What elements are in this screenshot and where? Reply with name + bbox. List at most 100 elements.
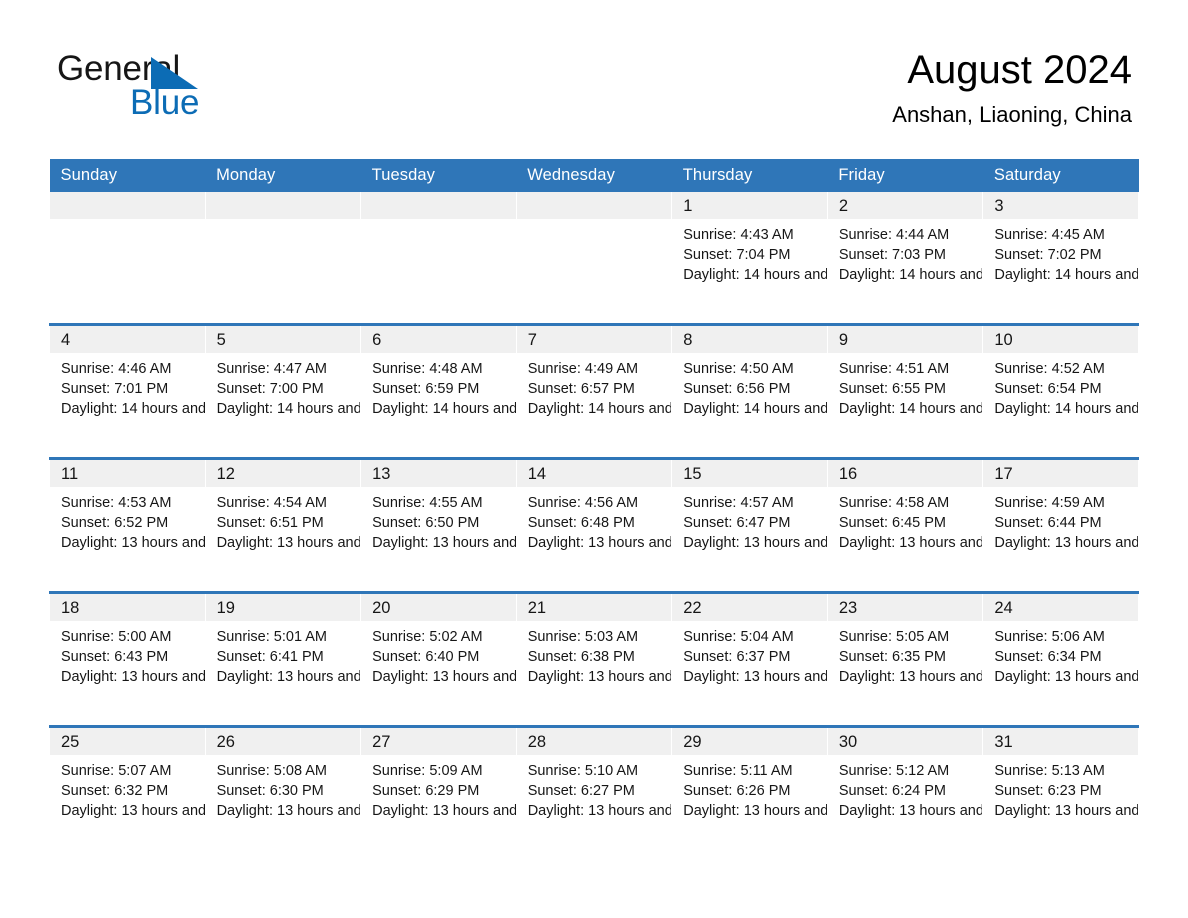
- day-box: 5 Sunrise: 4:47 AM Sunset: 7:00 PM Daylight…: [205, 326, 361, 457]
- sunrise-text: Sunrise: 4:45 AM: [994, 227, 1105, 243]
- sunset-text: Sunset: 6:52 PM: [61, 515, 169, 532]
- day-details: Sunrise: 5:08 AM Sunset: 6:30 PM Daylight:…: [206, 755, 361, 822]
- daylight-text: Daylight: 13 hours and 39 minutes.: [216, 669, 361, 686]
- calendar-week-row: 4 Sunrise: 4:46 AM Sunset: 7:01 PM Daylight…: [49, 323, 1139, 459]
- day-number: 9: [827, 326, 983, 353]
- day-details: Sunrise: 5:00 AM Sunset: 6:43 PM Daylight:…: [50, 621, 205, 688]
- calendar-day-cell[interactable]: 11 Sunrise: 4:53 AM Sunset: 6:52 PM Dayligh…: [49, 457, 206, 593]
- calendar-day-cell[interactable]: 29 Sunrise: 5:11 AM Sunset: 6:26 PM Dayligh…: [671, 725, 828, 859]
- calendar-day-cell[interactable]: 13 Sunrise: 4:55 AM Sunset: 6:50 PM Dayligh…: [360, 457, 517, 593]
- calendar-day-cell[interactable]: 17 Sunrise: 4:59 AM Sunset: 6:44 PM Dayligh…: [982, 457, 1139, 593]
- calendar-day-cell[interactable]: 6 Sunrise: 4:48 AM Sunset: 6:59 PM Daylight…: [360, 323, 517, 459]
- day-number: [50, 192, 205, 219]
- day-details: Sunrise: 4:49 AM Sunset: 6:57 PM Daylight:…: [517, 353, 672, 420]
- sunset-text: Sunset: 6:47 PM: [683, 515, 791, 532]
- sunrise-text: Sunrise: 4:58 AM: [838, 495, 950, 511]
- generalblue-logo[interactable]: General Blue: [57, 50, 387, 140]
- sunset-text: Sunset: 6:37 PM: [683, 649, 791, 666]
- day-box: [205, 192, 361, 323]
- sunrise-text: Sunrise: 5:07 AM: [61, 763, 172, 779]
- sunrise-text: Sunrise: 4:52 AM: [994, 361, 1105, 377]
- sunrise-text: Sunrise: 5:04 AM: [683, 629, 794, 645]
- calendar-day-cell[interactable]: 20 Sunrise: 5:02 AM Sunset: 6:40 PM Dayligh…: [360, 591, 517, 727]
- sunset-text: Sunset: 6:44 PM: [994, 515, 1102, 532]
- calendar-day-cell[interactable]: 24 Sunrise: 5:06 AM Sunset: 6:34 PM Dayligh…: [982, 591, 1139, 727]
- sunrise-text: Sunrise: 4:56 AM: [527, 495, 639, 511]
- calendar-day-cell[interactable]: 4 Sunrise: 4:46 AM Sunset: 7:01 PM Daylight…: [49, 323, 206, 459]
- sunrise-text: Sunrise: 5:10 AM: [527, 763, 639, 779]
- daylight-text: Daylight: 13 hours and 56 minutes.: [216, 535, 361, 552]
- calendar-day-cell-empty: [204, 192, 362, 325]
- day-box: 17 Sunrise: 4:59 AM Sunset: 6:44 PM Dayligh…: [983, 460, 1138, 591]
- calendar-day-cell[interactable]: 31 Sunrise: 5:13 AM Sunset: 6:23 PM Dayligh…: [982, 725, 1139, 859]
- calendar-day-cell[interactable]: 12 Sunrise: 4:54 AM Sunset: 6:51 PM Dayligh…: [204, 457, 362, 593]
- day-box: 25 Sunrise: 5:07 AM Sunset: 6:32 PM Dayligh…: [50, 728, 205, 859]
- daylight-text: Daylight: 13 hours and 42 minutes.: [61, 669, 205, 686]
- calendar-day-cell[interactable]: 28 Sunrise: 5:10 AM Sunset: 6:27 PM Dayligh…: [515, 725, 673, 859]
- calendar-day-cell-empty: [360, 192, 517, 325]
- day-box: 4 Sunrise: 4:46 AM Sunset: 7:01 PM Daylight…: [50, 326, 205, 457]
- sunset-text: Sunset: 6:43 PM: [61, 649, 169, 666]
- sunrise-text: Sunrise: 5:01 AM: [216, 629, 327, 645]
- day-box: 8 Sunrise: 4:50 AM Sunset: 6:56 PM Daylight…: [672, 326, 827, 457]
- sunset-text: Sunset: 6:27 PM: [527, 783, 635, 800]
- sunrise-text: Sunrise: 4:51 AM: [838, 361, 950, 377]
- day-details: Sunrise: 4:46 AM Sunset: 7:01 PM Daylight:…: [50, 353, 205, 420]
- weekday-header-monday: Monday: [205, 159, 361, 192]
- calendar-day-cell[interactable]: 22 Sunrise: 5:04 AM Sunset: 6:37 PM Dayligh…: [671, 591, 828, 727]
- day-box: 15 Sunrise: 4:57 AM Sunset: 6:47 PM Dayligh…: [672, 460, 827, 591]
- calendar-day-cell[interactable]: 14 Sunrise: 4:56 AM Sunset: 6:48 PM Dayligh…: [515, 457, 673, 593]
- calendar-day-cell[interactable]: 1 Sunrise: 4:43 AM Sunset: 7:04 PM Daylight…: [671, 192, 828, 325]
- sunrise-text: Sunrise: 4:43 AM: [683, 227, 794, 243]
- title-block: August 2024 Anshan, Liaoning, China: [892, 46, 1132, 128]
- sunrise-text: Sunrise: 4:54 AM: [216, 495, 327, 511]
- sunset-text: Sunset: 6:54 PM: [994, 381, 1102, 398]
- day-box: 22 Sunrise: 5:04 AM Sunset: 6:37 PM Dayligh…: [672, 594, 827, 725]
- daylight-text: Daylight: 14 hours and 16 minutes.: [994, 267, 1138, 284]
- sunset-text: Sunset: 6:40 PM: [372, 649, 480, 666]
- calendar-day-cell[interactable]: 8 Sunrise: 4:50 AM Sunset: 6:56 PM Daylight…: [671, 323, 828, 459]
- calendar-day-cell[interactable]: 19 Sunrise: 5:01 AM Sunset: 6:41 PM Dayligh…: [204, 591, 362, 727]
- calendar-day-cell[interactable]: 18 Sunrise: 5:00 AM Sunset: 6:43 PM Dayligh…: [49, 591, 206, 727]
- day-box: [50, 192, 205, 323]
- calendar-week-row: 1 Sunrise: 4:43 AM Sunset: 7:04 PM Daylight…: [49, 192, 1139, 325]
- sunrise-text: Sunrise: 5:00 AM: [61, 629, 172, 645]
- day-box: 19 Sunrise: 5:01 AM Sunset: 6:41 PM Dayligh…: [205, 594, 361, 725]
- calendar-day-cell[interactable]: 7 Sunrise: 4:49 AM Sunset: 6:57 PM Daylight…: [515, 323, 673, 459]
- calendar-day-cell[interactable]: 23 Sunrise: 5:05 AM Sunset: 6:35 PM Dayligh…: [826, 591, 984, 727]
- daylight-text: Daylight: 13 hours and 29 minutes.: [838, 669, 983, 686]
- calendar-day-cell[interactable]: 30 Sunrise: 5:12 AM Sunset: 6:24 PM Dayligh…: [826, 725, 984, 859]
- calendar-day-cell[interactable]: 21 Sunrise: 5:03 AM Sunset: 6:38 PM Dayligh…: [515, 591, 673, 727]
- day-details: Sunrise: 4:53 AM Sunset: 6:52 PM Daylight:…: [50, 487, 205, 554]
- calendar-day-cell[interactable]: 26 Sunrise: 5:08 AM Sunset: 6:30 PM Dayligh…: [204, 725, 362, 859]
- daylight-text: Daylight: 13 hours and 34 minutes.: [527, 669, 672, 686]
- sunset-text: Sunset: 6:35 PM: [838, 649, 947, 666]
- day-details: Sunrise: 5:03 AM Sunset: 6:38 PM Daylight:…: [517, 621, 672, 688]
- sunrise-text: Sunrise: 4:44 AM: [838, 227, 950, 243]
- sunrise-text: Sunrise: 4:47 AM: [216, 361, 327, 377]
- day-box: 30 Sunrise: 5:12 AM Sunset: 6:24 PM Dayligh…: [827, 728, 983, 859]
- calendar-day-cell[interactable]: 5 Sunrise: 4:47 AM Sunset: 7:00 PM Daylight…: [204, 323, 362, 459]
- calendar-day-cell[interactable]: 3 Sunrise: 4:45 AM Sunset: 7:02 PM Daylight…: [982, 192, 1139, 325]
- daylight-text: Daylight: 13 hours and 17 minutes.: [527, 803, 672, 820]
- calendar-day-cell[interactable]: 27 Sunrise: 5:09 AM Sunset: 6:29 PM Dayligh…: [360, 725, 517, 859]
- sunset-text: Sunset: 6:32 PM: [61, 783, 169, 800]
- sunset-text: Sunset: 7:02 PM: [994, 247, 1102, 264]
- calendar-day-cell[interactable]: 15 Sunrise: 4:57 AM Sunset: 6:47 PM Dayligh…: [671, 457, 828, 593]
- sunset-text: Sunset: 7:04 PM: [683, 247, 791, 264]
- calendar-day-cell[interactable]: 2 Sunrise: 4:44 AM Sunset: 7:03 PM Daylight…: [826, 192, 984, 325]
- calendar-day-cell[interactable]: 10 Sunrise: 4:52 AM Sunset: 6:54 PM Dayligh…: [982, 323, 1139, 459]
- calendar-day-cell[interactable]: 9 Sunrise: 4:51 AM Sunset: 6:55 PM Daylight…: [826, 323, 984, 459]
- day-box: 31 Sunrise: 5:13 AM Sunset: 6:23 PM Dayligh…: [983, 728, 1138, 859]
- daylight-text: Daylight: 13 hours and 47 minutes.: [838, 535, 983, 552]
- day-number: 10: [983, 326, 1138, 353]
- day-box: 3 Sunrise: 4:45 AM Sunset: 7:02 PM Daylight…: [983, 192, 1138, 323]
- daylight-text: Daylight: 14 hours and 19 minutes.: [838, 267, 983, 284]
- calendar-day-cell[interactable]: 25 Sunrise: 5:07 AM Sunset: 6:32 PM Dayligh…: [49, 725, 206, 859]
- sunrise-text: Sunrise: 5:05 AM: [838, 629, 950, 645]
- calendar-day-cell[interactable]: 16 Sunrise: 4:58 AM Sunset: 6:45 PM Dayligh…: [826, 457, 984, 593]
- daylight-text: Daylight: 13 hours and 54 minutes.: [372, 535, 516, 552]
- sunset-text: Sunset: 7:03 PM: [838, 247, 947, 264]
- day-box: [361, 192, 516, 323]
- day-number: 3: [983, 192, 1138, 219]
